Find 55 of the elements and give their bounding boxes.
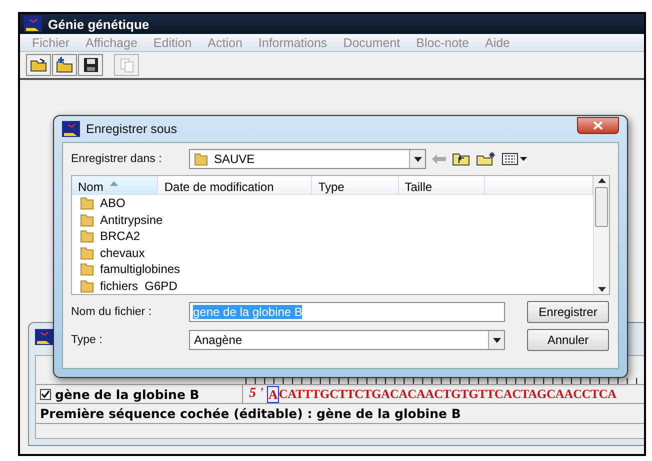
sort-arrow-icon [110, 181, 118, 186]
app-icon [24, 16, 42, 32]
type-label: Type : [71, 334, 104, 346]
save-icon [82, 57, 98, 73]
type-dropdown[interactable]: Anagène [189, 330, 505, 350]
close-button[interactable] [577, 116, 619, 134]
folder-icon [80, 278, 94, 293]
folder-icon [194, 152, 208, 166]
location-dropdown[interactable]: SAUVE [189, 149, 426, 169]
folder-item[interactable]: fichiers G6PD [72, 278, 593, 294]
dialog-title: Enregistrer sous [86, 122, 178, 136]
dropdown-caret-icon [492, 338, 500, 342]
toolbar-button[interactable] [52, 54, 77, 76]
folder-icon [80, 246, 94, 260]
folder-icon [80, 229, 94, 244]
column-header[interactable]: Nom [72, 176, 158, 194]
view-menu-icon[interactable] [502, 153, 528, 165]
close-icon [593, 120, 603, 130]
column-header[interactable]: Taille [398, 176, 486, 194]
checkbox[interactable] [40, 388, 51, 400]
dropdown-caret-icon [414, 156, 422, 162]
checkmark-icon [41, 390, 50, 398]
folder-item[interactable]: Antitrypsine [72, 212, 593, 228]
sequence-name: gène de la globine B [55, 386, 200, 402]
open-folder-icon [30, 58, 48, 72]
scrollbar[interactable] [593, 176, 609, 294]
location-label: Enregistrer dans : [71, 153, 163, 165]
app-icon [62, 121, 80, 137]
folder-icon [80, 212, 94, 227]
cancel-button[interactable]: Annuler [527, 329, 609, 351]
app-icon [35, 329, 53, 345]
folder-item[interactable]: chevaux [72, 244, 593, 261]
window-title: Génie génétique [48, 16, 150, 32]
save-button[interactable]: Enregistrer [527, 301, 609, 323]
toolbar-button[interactable] [78, 54, 103, 76]
new-folder-icon[interactable] [476, 152, 496, 166]
folder-item[interactable]: famultiglobines [72, 261, 593, 278]
scroll-thumb[interactable] [595, 187, 608, 227]
folder-plus-icon [56, 57, 74, 73]
scroll-up-icon[interactable] [598, 178, 606, 183]
folder-item[interactable]: BRCA2 [72, 228, 593, 244]
toolbar-button[interactable] [26, 54, 51, 76]
dna-sequence: CATTTGCTTCTGACACAACTGTGTTCACTAGCAACCTCA [278, 386, 616, 402]
folder-up-icon[interactable] [452, 152, 470, 166]
column-header[interactable]: Type [312, 176, 399, 194]
status-text: Première séquence cochée (éditable) : gène de la globine B [40, 406, 461, 421]
folder-item[interactable]: ABO [72, 195, 593, 212]
folder-icon [80, 262, 94, 276]
folder-icon [80, 196, 94, 210]
cursor-base: A [267, 386, 279, 402]
scroll-down-icon[interactable] [598, 287, 606, 292]
filename-label: Nom du fichier : [71, 306, 153, 318]
copy-icon [118, 57, 134, 73]
column-header[interactable]: Date de modification [158, 176, 312, 194]
strand-end-label: 5 ' [249, 386, 264, 402]
